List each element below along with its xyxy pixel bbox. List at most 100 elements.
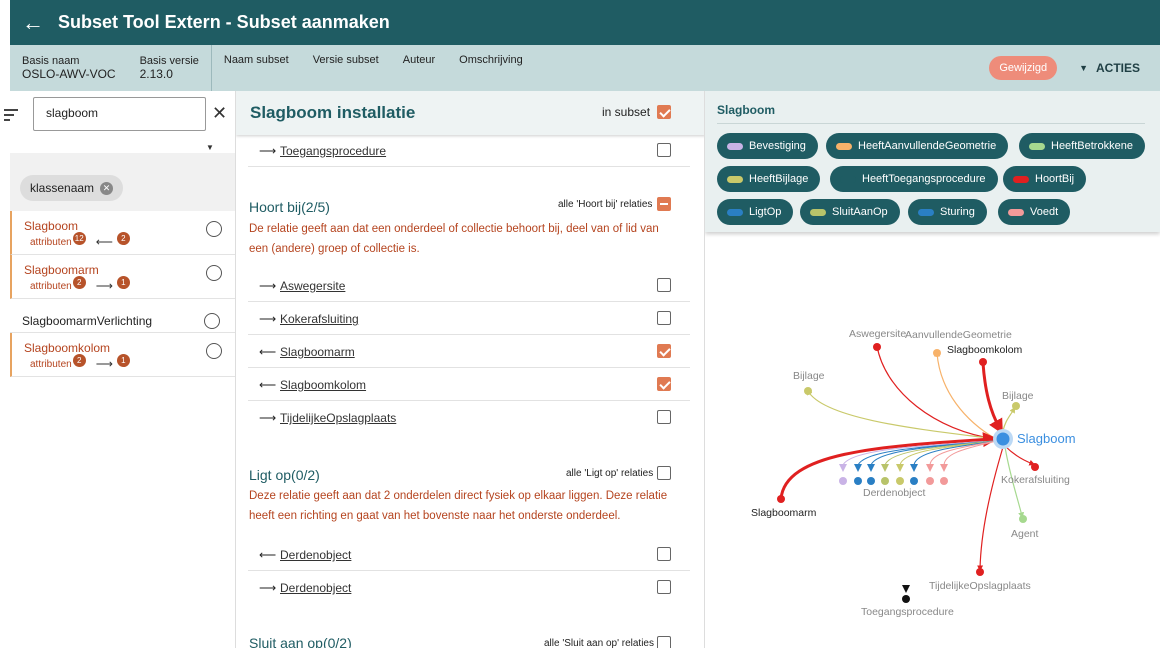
all-hoort-bij-checkbox[interactable] <box>657 197 671 211</box>
relation-row[interactable]: ⟵ Slagboomarm <box>248 335 690 368</box>
relation-link[interactable]: Slagboomarm <box>280 345 355 359</box>
graph-label: Toegangsprocedure <box>861 606 954 618</box>
edge-tijdelijkeopslagplaats <box>977 446 1004 572</box>
node-bijlage-left[interactable] <box>804 387 812 395</box>
legend-swatch <box>1013 175 1029 183</box>
caret-down-icon: ▼ <box>1079 63 1088 73</box>
node-aanvullendegeometrie[interactable] <box>933 349 941 357</box>
relation-checkbox[interactable] <box>657 344 671 358</box>
select-radio[interactable] <box>206 265 222 281</box>
node-slagboomkolom[interactable] <box>979 358 987 366</box>
relation-checkbox[interactable] <box>657 311 671 325</box>
list-item[interactable]: Slagboomarm attributen 2 ⟶ 1 <box>10 255 235 299</box>
legend-chip-bevestiging[interactable]: Bevestiging <box>717 133 818 159</box>
relation-checkbox[interactable] <box>657 377 671 391</box>
select-radio[interactable] <box>206 343 222 359</box>
relation-checkbox[interactable] <box>657 143 671 157</box>
node-aswegersite[interactable] <box>873 343 881 351</box>
list-item[interactable]: Slagboomkolom attributen 2 ⟶ 1 <box>10 333 235 377</box>
relation-count-badge: 2 <box>116 231 130 245</box>
naam-subset-field[interactable]: Naam subset <box>212 54 301 66</box>
auteur-field[interactable]: Auteur <box>391 54 447 66</box>
edge-bijlage-right <box>1002 406 1016 432</box>
relation-link[interactable]: Derdenobject <box>280 548 351 562</box>
class-search-panel: slagboom ✕ ▼ klassenaam ✕ Slagboom attrib… <box>4 91 235 648</box>
node-toegangsprocedure[interactable] <box>902 595 910 603</box>
relation-link[interactable]: Slagboomkolom <box>280 378 366 392</box>
chevron-down-icon[interactable]: ▼ <box>206 143 214 152</box>
node-kokerafsluiting[interactable] <box>1031 463 1039 471</box>
legend-chip-heeftbijlage[interactable]: HeeftBijlage <box>717 166 821 192</box>
arrow-right-icon: ⟶ <box>259 581 277 595</box>
all-relations-label: alle 'Hoort bij' relaties <box>558 199 653 210</box>
legend-chip-ligtop[interactable]: LigtOp <box>717 199 794 225</box>
relation-link[interactable]: TijdelijkeOpslagplaats <box>280 411 396 425</box>
in-subset-checkbox[interactable] <box>657 105 671 119</box>
filter-chip-klassenaam[interactable]: klassenaam ✕ <box>20 175 124 201</box>
relation-checkbox[interactable] <box>657 580 671 594</box>
legend-chip-heeftbetrokkene[interactable]: HeeftBetrokkene <box>1019 133 1145 159</box>
all-sluit-aan-op-checkbox[interactable] <box>657 636 671 648</box>
relation-row[interactable]: ⟶ Kokerafsluiting <box>248 302 690 335</box>
all-ligt-op-checkbox[interactable] <box>657 466 671 480</box>
close-icon[interactable]: ✕ <box>212 103 227 124</box>
relation-link[interactable]: Kokerafsluiting <box>280 312 359 326</box>
select-radio[interactable] <box>204 313 220 329</box>
graph-label: Slagboomkolom <box>947 344 1023 356</box>
legend-chip-hoortbij[interactable]: HoortBij <box>1003 166 1087 192</box>
relation-checkbox[interactable] <box>657 278 671 292</box>
relation-link[interactable]: Aswegersite <box>280 279 345 293</box>
legend-chip-sturing[interactable]: Sturing <box>908 199 987 225</box>
acties-menu-button[interactable]: ▼ ACTIES <box>1079 61 1140 75</box>
relation-graph-panel: Slagboom Aswegersite AanvullendeGeometri… <box>705 91 1160 648</box>
relation-link[interactable]: Derdenobject <box>280 581 351 595</box>
divider <box>717 123 1145 124</box>
legend-chip-heeftaanvullendegeometrie[interactable]: HeeftAanvullendeGeometrie <box>826 133 1009 159</box>
legend-title: Slagboom <box>717 103 776 117</box>
legend-chip-sluitaanop[interactable]: SluitAanOp <box>800 199 900 225</box>
filter-icon[interactable] <box>4 109 18 123</box>
arrow-right-icon: ⟶ <box>95 279 113 293</box>
omschrijving-field[interactable]: Omschrijving <box>447 54 535 66</box>
chip-remove-icon[interactable]: ✕ <box>100 181 114 195</box>
edge-bijlage-left <box>806 388 997 440</box>
status-badge: Gewijzigd <box>989 56 1058 80</box>
node-tijdelijkeopslagplaats[interactable] <box>976 568 984 576</box>
edge-slagboomkolom <box>981 362 1003 435</box>
relation-row[interactable]: ⟵ Slagboomkolom <box>248 368 690 401</box>
class-result-list: Slagboom attributen 12 ⟵ 2 Slagboomarm attr… <box>10 211 235 377</box>
center-node-slagboom[interactable] <box>996 432 1010 446</box>
arrow-left-icon: ⟵ <box>259 345 277 359</box>
select-radio[interactable] <box>206 221 222 237</box>
relation-checkbox[interactable] <box>657 547 671 561</box>
section-title-hoort-bij: Hoort bij(2/5) <box>249 199 330 215</box>
legend-chip-heefttoegangsprocedure[interactable]: HeeftToegangsprocedure <box>830 166 998 192</box>
graph-label: AanvullendeGeometrie <box>905 329 1012 341</box>
node-agent[interactable] <box>1019 515 1027 523</box>
legend-chip-voedt[interactable]: Voedt <box>998 199 1071 225</box>
graph-label: Bijlage <box>1002 390 1034 402</box>
arrow-left-icon[interactable]: ← <box>22 10 44 36</box>
legend-swatch <box>727 208 743 216</box>
relation-link[interactable]: Toegangsprocedure <box>280 144 386 158</box>
relation-row[interactable]: ⟶ Derdenobject <box>248 571 690 604</box>
relation-checkbox[interactable] <box>657 410 671 424</box>
node-slagboomarm[interactable] <box>777 495 785 503</box>
toegangsprocedure-arrow <box>902 585 910 593</box>
graph-label: Kokerafsluiting <box>1001 474 1070 486</box>
relation-row[interactable]: ⟶ TijdelijkeOpslagplaats <box>248 401 690 434</box>
search-input[interactable]: slagboom <box>33 97 206 131</box>
edge-kokerafsluiting <box>1004 445 1036 466</box>
relation-count-badge: 1 <box>116 353 130 367</box>
versie-subset-field[interactable]: Versie subset <box>301 54 391 66</box>
node-bijlage-right[interactable] <box>1012 402 1020 410</box>
app-header: ← Subset Tool Extern - Subset aanmaken <box>10 0 1160 45</box>
relation-row[interactable]: ⟶ Toegangsprocedure <box>248 134 690 167</box>
relations-panel: ⟶ Toegangsprocedure Hoort bij(2/5) alle … <box>235 91 705 648</box>
relation-row[interactable]: ⟵ Derdenobject <box>248 538 690 571</box>
arrow-right-icon: ⟶ <box>259 411 277 425</box>
list-item[interactable]: Slagboom attributen 12 ⟵ 2 <box>10 211 235 255</box>
arrow-right-icon: ⟶ <box>95 357 113 371</box>
relation-row[interactable]: ⟶ Aswegersite <box>248 269 690 302</box>
list-item[interactable]: SlagboomarmVerlichting <box>10 299 235 333</box>
